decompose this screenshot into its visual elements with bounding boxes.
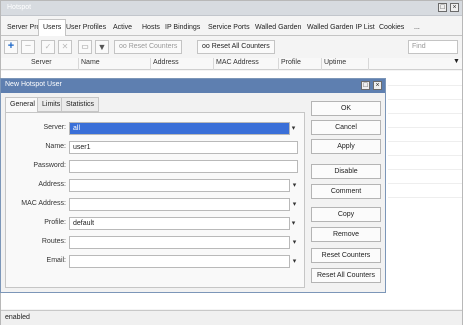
reset-all-counters-button[interactable]: Reset All Counters [311,268,381,283]
remove-button[interactable]: Remove [311,227,381,242]
email-field[interactable] [69,255,290,268]
tab-walled-garden-ip-list[interactable]: Walled Garden IP List [303,20,379,35]
general-form: Server: all ▾ Name: user1 Password: Addr… [5,112,305,288]
reset-counters-button[interactable]: oo Reset Counters [114,40,183,54]
toolbar: + − ✓ ✕ ▭ ▼ oo Reset Counters oo Reset A… [1,37,462,57]
mac-address-expand-icon[interactable]: ▾ [291,198,298,211]
column-separator [150,58,151,70]
window-title: Hotspot [7,4,32,11]
row-line [388,113,462,114]
dialog-close-icon[interactable]: × [373,81,382,90]
email-expand-icon[interactable]: ▾ [291,255,298,268]
dialog-titlebar[interactable]: New Hotspot User □ × [1,79,385,93]
new-hotspot-user-dialog: New Hotspot User □ × General Limits Stat… [0,78,386,293]
row-line [388,197,462,198]
disable-button[interactable]: Disable [311,164,381,179]
column-profile[interactable]: Profile [281,59,301,66]
address-label: Address: [38,181,66,188]
tab-statistics[interactable]: Statistics [61,97,100,112]
name-field[interactable]: user1 [69,141,298,154]
dialog-restore-icon[interactable]: □ [361,81,370,90]
column-separator [368,58,369,70]
status-text: enabled [5,314,30,321]
reset-all-counters-button[interactable]: oo Reset All Counters [197,40,275,54]
mac-address-label: MAC Address: [21,200,66,207]
copy-button[interactable]: Copy [311,207,381,222]
column-separator [278,58,279,70]
server-select[interactable]: all [69,122,290,135]
tab-user-profiles[interactable]: User Profiles [62,20,110,35]
server-dropdown-icon[interactable]: ▾ [290,122,297,135]
profile-dropdown-icon[interactable]: ▾ [290,217,297,230]
tab-service-ports[interactable]: Service Ports [204,20,254,35]
reset-counters-button[interactable]: Reset Counters [311,248,381,263]
column-name[interactable]: Name [81,59,100,66]
row-line [388,141,462,142]
column-server[interactable]: Server [31,59,52,66]
apply-button[interactable]: Apply [311,139,381,154]
column-address[interactable]: Address [153,59,179,66]
window-titlebar[interactable]: Hotspot □ × [1,1,462,16]
row-line [388,99,462,100]
cancel-button[interactable]: Cancel [311,120,381,135]
comment-icon[interactable]: ▭ [78,40,92,54]
status-bar: enabled [1,310,462,325]
column-separator [78,58,79,70]
tab-cookies[interactable]: Cookies [375,20,408,35]
find-input[interactable]: Find [408,40,458,54]
column-separator [213,58,214,70]
add-icon[interactable]: + [4,40,18,54]
address-field[interactable] [69,179,290,192]
tab-walled-garden[interactable]: Walled Garden [251,20,305,35]
column-uptime[interactable]: Uptime [324,59,346,66]
routes-label: Routes: [41,238,66,245]
comment-button[interactable]: Comment [311,184,381,199]
server-label: Server: [43,124,66,131]
counters-all-icon: oo [202,43,212,50]
enable-icon[interactable]: ✓ [41,40,55,54]
password-label: Password: [33,162,66,169]
main-tab-strip: Server Profiles Users User Profiles Acti… [1,17,462,36]
routes-field[interactable] [69,236,290,249]
filter-icon[interactable]: ▼ [95,40,109,54]
column-separator [321,58,322,70]
profile-select[interactable]: default [69,217,290,230]
mac-address-field[interactable] [69,198,290,211]
row-line [388,127,462,128]
tab-general[interactable]: General [5,97,40,113]
table-header: Server Name Address MAC Address Profile … [1,58,462,70]
close-icon[interactable]: × [450,3,459,12]
address-expand-icon[interactable]: ▾ [291,179,298,192]
name-label: Name: [45,143,66,150]
columns-menu-icon[interactable]: ▼ [453,58,460,65]
column-mac-address[interactable]: MAC Address [216,59,259,66]
row-line [388,169,462,170]
remove-icon[interactable]: − [21,40,35,54]
disable-icon[interactable]: ✕ [58,40,72,54]
counters-icon: oo [119,43,129,50]
row-line [388,183,462,184]
routes-expand-icon[interactable]: ▾ [291,236,298,249]
restore-icon[interactable]: □ [438,3,447,12]
email-label: Email: [46,257,66,264]
tab-active[interactable]: Active [109,20,136,35]
dialog-title: New Hotspot User [5,81,62,88]
ok-button[interactable]: OK [311,101,381,116]
profile-label: Profile: [44,219,66,226]
row-line [388,155,462,156]
tab-ip-bindings[interactable]: IP Bindings [161,20,204,35]
password-field[interactable] [69,160,298,173]
tab-more[interactable]: ... [410,20,424,35]
row-line [388,85,462,86]
